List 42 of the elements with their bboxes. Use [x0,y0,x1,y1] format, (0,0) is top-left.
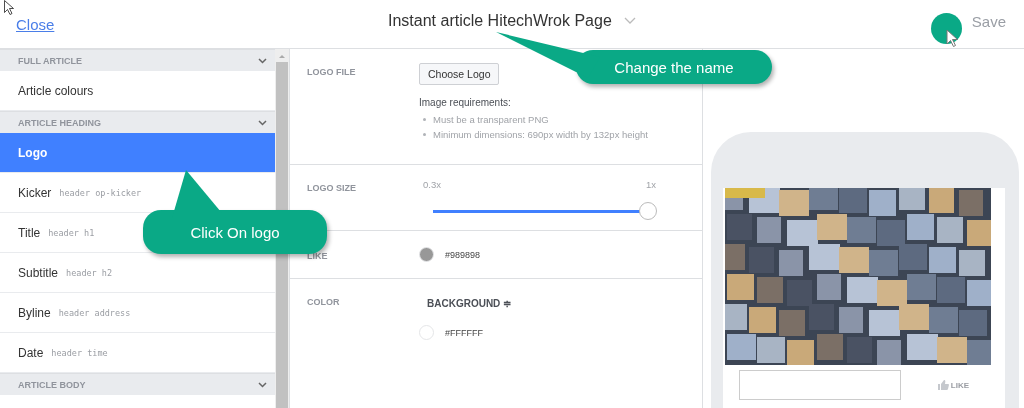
item-hint: header op-kicker [59,187,142,198]
chevron-down-icon[interactable] [258,57,267,64]
section-label: FULL ARTICLE [18,55,82,66]
cursor-icon [4,0,14,15]
chevron-down-icon[interactable] [258,381,267,388]
color-swatch[interactable] [419,247,434,262]
item-label: Article colours [18,83,94,98]
section-label: ARTICLE HEADING [18,117,101,128]
slider-thumb[interactable] [639,202,657,220]
slider-max-label: 1x [645,179,656,190]
sidebar-item[interactable]: Logo [0,133,275,173]
slider-min-label: 0.3x [423,179,441,190]
setting-label: LOGO FILE [307,66,357,79]
background-dropdown[interactable]: BACKGROUND ≑ [427,298,512,309]
requirements-heading: Image requirements: [419,97,512,108]
choose-logo-button[interactable]: Choose Logo [419,63,500,85]
close-link[interactable]: Close [16,15,55,33]
callout-bubble: Change the name [576,50,772,84]
item-label: Subtitle [18,265,59,280]
item-label: Kicker [18,185,52,200]
item-hint: header h1 [48,227,95,238]
item-hint: header address [58,307,131,318]
item-label: Title [18,225,41,240]
bullet-icon [423,133,426,136]
item-hint: header time [51,347,108,358]
setting-label: LOGO SIZE [307,182,357,195]
item-label: Byline [18,305,51,320]
scroll-up-icon[interactable] [279,55,285,58]
item-hint: header h2 [66,267,113,278]
page-title: Instant article HitechWrok Page [388,12,612,30]
requirement-text: Minimum dimensions: 690px width by 132px height [433,129,648,140]
item-label: Date [18,345,44,360]
bullet-icon [423,118,426,121]
cursor-icon [946,29,958,47]
section-label: ARTICLE BODY [18,379,86,390]
chevron-down-icon[interactable] [258,119,267,126]
text-field[interactable] [739,370,901,400]
color-value: #FFFFFF [445,327,483,338]
item-label: Logo [18,145,48,160]
color-value: #989898 [445,249,481,260]
setting-label: COLOR [307,296,341,309]
requirement-text: Must be a transparent PNG [433,114,549,125]
